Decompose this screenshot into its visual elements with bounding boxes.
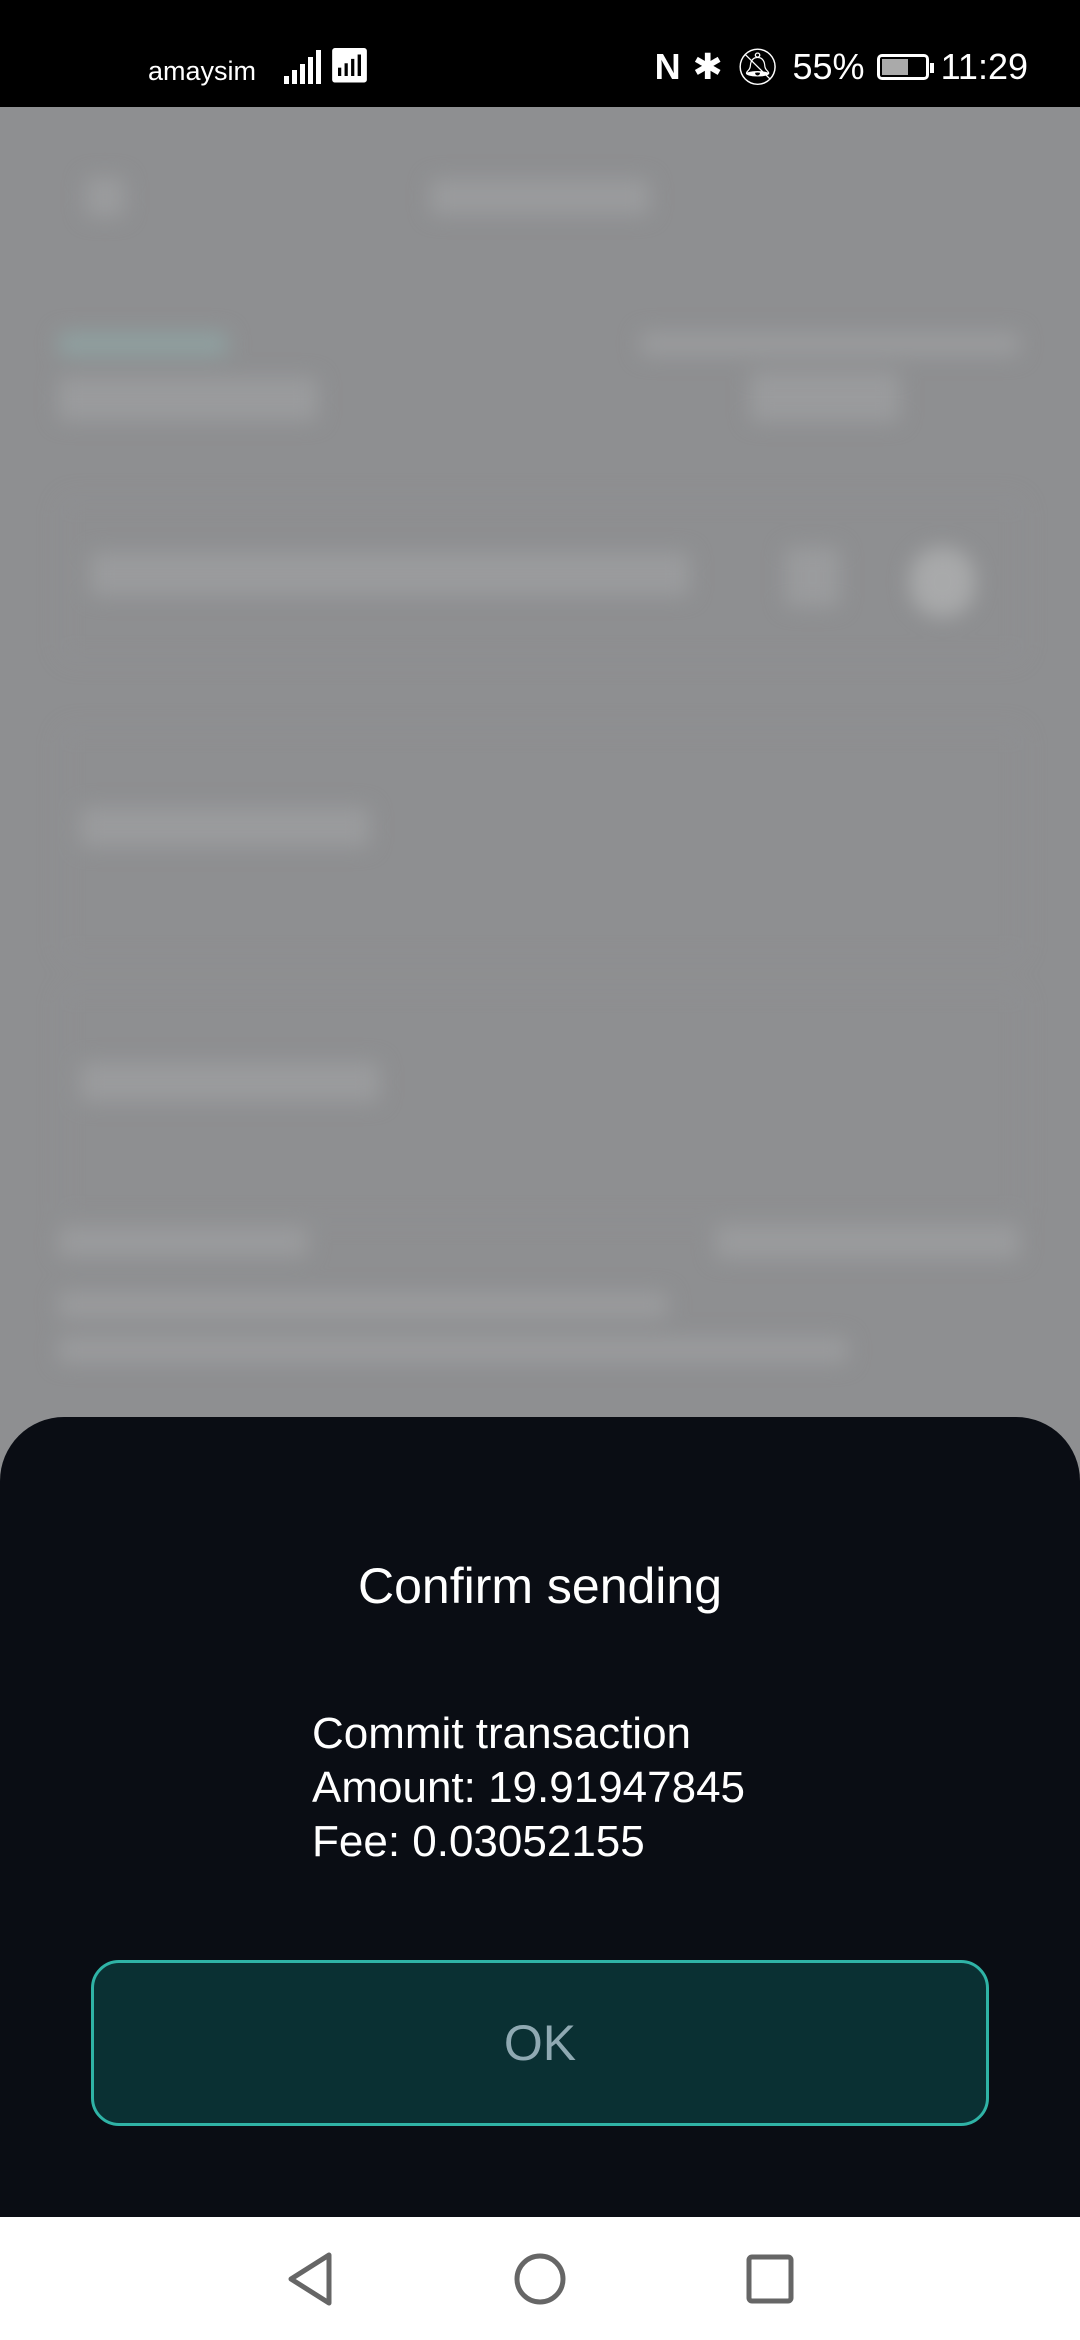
balance-label-placeholder	[640, 332, 1020, 356]
nfc-icon: N	[654, 46, 681, 87]
cell-signal-icon	[284, 50, 321, 84]
home-icon[interactable]	[513, 2251, 567, 2307]
dialog-body: Commit transaction Amount: 19.91947845 F…	[312, 1707, 745, 1869]
commit-line: Commit transaction	[312, 1709, 692, 1758]
amount-placeholder	[80, 807, 370, 847]
blurred-send-screen	[0, 107, 1080, 1417]
amount-line: Amount: 19.91947845	[312, 1763, 746, 1812]
fiat-placeholder	[80, 1062, 380, 1102]
navigation-bar	[0, 2217, 1080, 2340]
balance-value-placeholder	[750, 372, 900, 422]
address-placeholder	[90, 552, 690, 596]
status-right: N ✱ 🔕︎ 55% 11:29	[655, 44, 1028, 90]
clock: 11:29	[940, 46, 1028, 87]
screen-title-placeholder	[430, 179, 650, 215]
battery-percent: 55%	[792, 46, 865, 87]
wifi-icon: 📶︎	[328, 47, 372, 85]
battery-icon	[876, 54, 934, 80]
carrier-name: amaysim	[148, 56, 257, 86]
qr-icon	[785, 547, 840, 607]
back-icon[interactable]	[285, 2251, 335, 2307]
contacts-icon	[910, 547, 975, 617]
bell-off-icon: 🔕︎	[734, 46, 781, 87]
confirm-sending-sheet: Confirm sending Commit transaction Amoun…	[0, 1417, 1080, 2217]
fee-label-placeholder	[58, 1227, 308, 1257]
fee-line: Fee: 0.03052155	[312, 1817, 645, 1866]
dialog-title: Confirm sending	[357, 1558, 723, 1614]
recents-icon[interactable]	[745, 2251, 795, 2307]
fee-note-placeholder	[58, 1337, 848, 1363]
status-bar: amaysim 📶︎ N ✱ 🔕︎ 55% 11:29	[0, 0, 1080, 107]
close-icon	[85, 177, 125, 217]
fee-value-placeholder	[715, 1225, 1020, 1259]
fiat-field	[60, 987, 1024, 1221]
wallet-name-placeholder	[58, 377, 318, 421]
fee-note-placeholder	[58, 1292, 668, 1318]
ok-button[interactable]: OK	[91, 1960, 989, 2126]
wallet-label-placeholder	[58, 332, 228, 356]
bluetooth-icon: ✱	[692, 46, 723, 87]
